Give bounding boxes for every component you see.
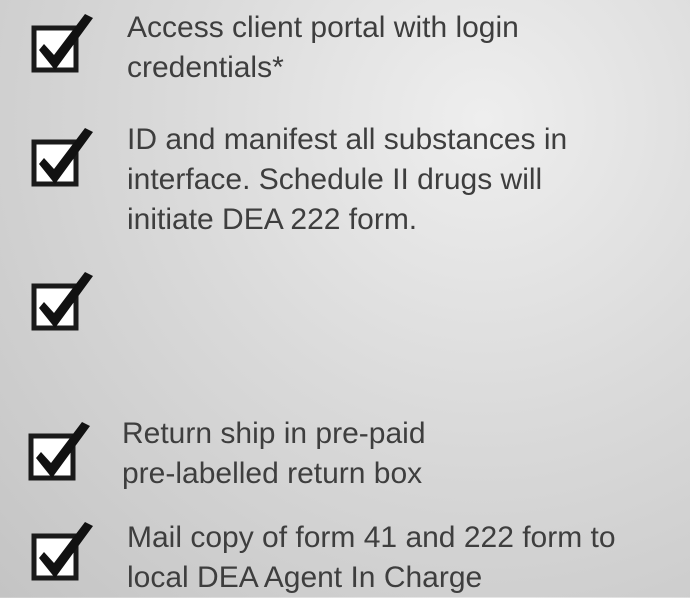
checked-checkbox-icon[interactable] [30, 268, 94, 332]
text-line: interface. Schedule II drugs will [127, 163, 543, 196]
checked-checkbox-icon[interactable] [30, 518, 94, 582]
checklist-item-text: ID and manifest all substances in interf… [127, 120, 567, 240]
checked-checkbox-icon[interactable] [27, 418, 91, 482]
text-line: pre-labelled return box [122, 457, 423, 490]
checklist-item-text: Access client portal with login credenti… [127, 8, 519, 88]
text-line: local DEA Agent In Charge [127, 561, 483, 594]
text-line: ID and manifest all substances in [127, 123, 568, 156]
checklist-item-text: Mail copy of form 41 and 222 form to loc… [127, 518, 616, 598]
text-line: Mail copy of form 41 and 222 form to [127, 521, 616, 554]
text-line: credentials* [127, 51, 284, 84]
text-line: initiate DEA 222 form. [127, 203, 418, 236]
checked-checkbox-icon[interactable] [30, 10, 94, 74]
text-line: Return ship in pre-paid [122, 417, 426, 450]
checked-checkbox-icon[interactable] [30, 124, 94, 188]
text-line: Access client portal with login [127, 11, 519, 44]
checklist-item-text: Return ship in pre-paid pre-labelled ret… [122, 414, 426, 494]
